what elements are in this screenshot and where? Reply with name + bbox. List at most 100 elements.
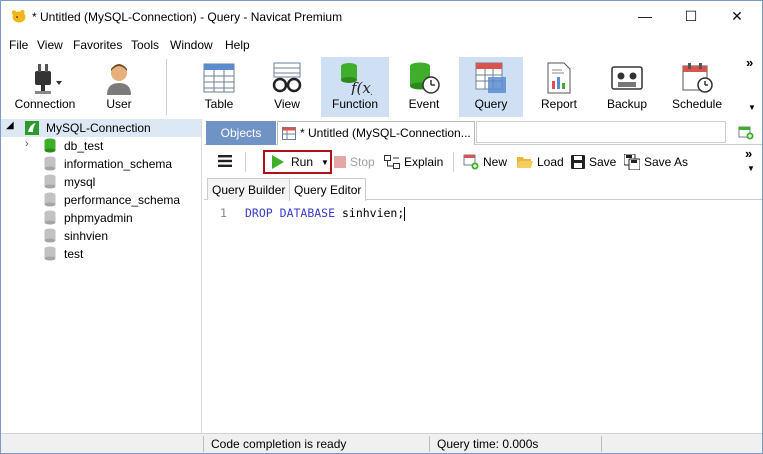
load-button[interactable]: Load (517, 150, 564, 174)
status-bar: Code completion is ready Query time: 0.0… (1, 433, 762, 453)
tree-connection-node[interactable]: ◢ MySQL-Connection (1, 119, 201, 137)
database-icon (44, 246, 56, 261)
toolbar-view-button[interactable]: View (257, 57, 317, 117)
stop-icon (334, 156, 346, 168)
hamburger-menu-icon[interactable] (218, 155, 232, 167)
toolbar-backup-button[interactable]: Backup (597, 57, 657, 117)
query-icon (475, 62, 506, 93)
window-title: * Untitled (MySQL-Connection) - Query - … (32, 10, 343, 24)
database-icon (44, 228, 56, 243)
status-separator (429, 436, 430, 452)
tree-connection-label: MySQL-Connection (46, 121, 151, 135)
menu-help[interactable]: Help (225, 38, 250, 52)
save-as-label: Save As (644, 155, 689, 169)
save-button[interactable]: Save (571, 150, 616, 174)
toolbar-function-button[interactable]: f(x) Function (321, 57, 389, 117)
maximize-icon: ☐ (684, 7, 698, 24)
toolbar-user-label: User (106, 97, 132, 111)
run-play-icon (272, 155, 284, 169)
function-icon: f(x) (341, 63, 372, 95)
text-caret (404, 206, 406, 221)
toolbar-overflow-icon[interactable]: » (746, 55, 753, 70)
event-icon (410, 62, 440, 94)
new-query-button[interactable]: New (463, 150, 507, 174)
menu-tools[interactable]: Tools (131, 38, 159, 52)
main-toolbar: Connection User Table View f(x Function … (1, 55, 762, 119)
toolbar-query-button[interactable]: Query (459, 57, 523, 117)
query-toolbar-overflow-icon[interactable]: » (745, 146, 752, 161)
sql-keyword: DATABASE (279, 206, 336, 220)
backup-icon (611, 66, 643, 90)
minimize-button[interactable]: — (622, 1, 668, 31)
mysql-connection-icon (25, 121, 39, 135)
toolbar-event-label: Event (408, 97, 440, 111)
navicat-app-icon (11, 10, 26, 23)
query-toolbar-dropdown-icon[interactable]: ▼ (747, 164, 755, 173)
toolbar-schedule-button[interactable]: Schedule (665, 57, 729, 117)
new-tab-icon[interactable] (738, 124, 754, 140)
toolbar-backup-label: Backup (606, 97, 648, 111)
toolbar-separator (245, 152, 246, 172)
toolbar-separator (453, 152, 454, 172)
tree-db-label: sinhvien (64, 229, 109, 243)
tab-untitled-query[interactable]: * Untitled (MySQL-Connection... (277, 121, 475, 145)
save-as-button[interactable]: Save As (624, 150, 688, 174)
query-mode-tabs: Query Builder Query Editor (204, 178, 762, 201)
tree-db-node[interactable]: mysql (1, 173, 201, 191)
menu-view[interactable]: View (37, 38, 63, 52)
explain-icon (384, 155, 400, 169)
toolbar-query-label: Query (474, 97, 508, 111)
sql-code-line[interactable]: DROP DATABASE sinhvien; (245, 206, 406, 221)
tree-db-label: phpmyadmin (64, 211, 133, 225)
connection-plug-icon (35, 64, 62, 94)
minimize-icon: — (638, 8, 652, 24)
tree-db-label: test (64, 247, 84, 261)
title-bar: * Untitled (MySQL-Connection) - Query - … (1, 1, 762, 33)
tab-objects-label: Objects (220, 126, 262, 140)
explain-button[interactable]: Explain (384, 150, 443, 174)
run-button[interactable]: Run ▼ (263, 150, 332, 174)
tab-untitled-label: * Untitled (MySQL-Connection... (300, 126, 471, 140)
tab-query-editor-label: Query Editor (294, 183, 362, 197)
save-as-icon (624, 154, 640, 170)
tree-db-node[interactable]: test (1, 245, 201, 263)
tab-query-builder[interactable]: Query Builder (207, 178, 291, 200)
tree-db-node[interactable]: sinhvien (1, 227, 201, 245)
tab-query-editor[interactable]: Query Editor (289, 178, 367, 201)
toolbar-dropdown-icon[interactable]: ▼ (748, 103, 756, 112)
toolbar-report-button[interactable]: Report (529, 57, 589, 117)
sql-editor[interactable]: 1 DROP DATABASE sinhvien; (204, 201, 762, 433)
maximize-button[interactable]: ☐ (668, 1, 714, 31)
document-tab-strip: Objects * Untitled (MySQL-Connection... (204, 119, 762, 145)
new-query-icon (463, 154, 479, 170)
toolbar-table-button[interactable]: Table (189, 57, 249, 117)
toolbar-user-button[interactable]: User (89, 57, 149, 117)
close-button[interactable]: ✕ (714, 1, 760, 31)
line-number: 1 (220, 206, 227, 220)
stop-label: Stop (350, 155, 375, 169)
toolbar-connection-button[interactable]: Connection (5, 57, 85, 117)
menu-favorites[interactable]: Favorites (73, 38, 122, 52)
toolbar-table-label: Table (204, 97, 234, 111)
report-icon (547, 62, 571, 94)
database-icon (44, 156, 56, 171)
status-code-completion: Code completion is ready (211, 437, 347, 451)
tree-db-node[interactable]: › db_test (1, 137, 201, 155)
database-active-icon (44, 138, 56, 153)
expand-arrow-icon[interactable]: › (25, 138, 29, 150)
new-query-label: New (483, 155, 508, 169)
toolbar-report-label: Report (540, 97, 578, 111)
collapse-arrow-icon[interactable]: ◢ (6, 120, 14, 131)
tab-objects[interactable]: Objects (206, 121, 276, 145)
app-window: * Untitled (MySQL-Connection) - Query - … (0, 0, 763, 454)
tree-db-node[interactable]: performance_schema (1, 191, 201, 209)
toolbar-event-button[interactable]: Event (394, 57, 454, 117)
menu-file[interactable]: File (9, 38, 28, 52)
run-dropdown-icon[interactable]: ▼ (321, 158, 329, 167)
stop-button[interactable]: Stop (334, 150, 375, 174)
menu-window[interactable]: Window (170, 38, 213, 52)
query-tab-icon (282, 127, 296, 140)
tree-db-node[interactable]: phpmyadmin (1, 209, 201, 227)
tree-db-node[interactable]: information_schema (1, 155, 201, 173)
view-glasses-icon (272, 62, 302, 93)
